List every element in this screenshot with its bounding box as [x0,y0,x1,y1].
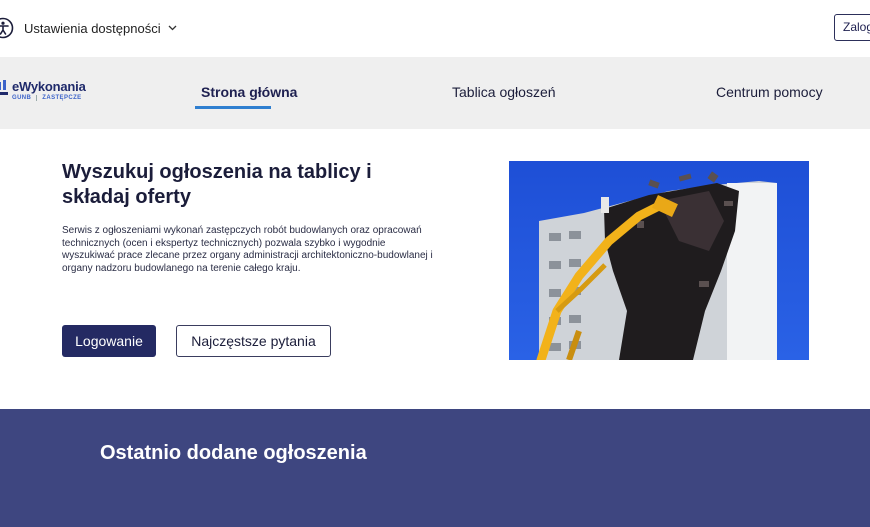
hero-description: Serwis z ogłoszeniami wykonań zastępczyc… [62,225,433,274]
logo-org: GUNB [12,95,32,101]
nav-item-home[interactable]: Strona główna [201,84,297,100]
latest-notices-section: Ostatnio dodane ogłoszenia [0,409,870,527]
accessibility-icon [0,17,14,39]
login-button[interactable]: Logowanie [62,325,156,357]
logo-tagline: ZASTĘPCZE [42,95,82,101]
site-logo[interactable]: eWykonania GUNB ZASTĘPCZE [0,80,86,102]
accessibility-settings-toggle[interactable]: Ustawienia dostępności [0,17,178,39]
logo-name: eWykonania [12,79,86,94]
nav-active-indicator [195,106,271,109]
top-bar: Ustawienia dostępności Zalog [0,0,870,57]
accessibility-settings-label: Ustawienia dostępności [24,20,161,36]
hero-demolition-image [509,161,809,360]
nav-item-notice-board[interactable]: Tablica ogłoszeń [452,84,556,100]
chevron-down-icon [168,23,178,33]
hero-title: Wyszukuj ogłoszenia na tablicy i składaj… [62,161,372,208]
login-button-top[interactable]: Zalog [834,14,870,41]
latest-notices-title: Ostatnio dodane ogłoszenia [100,442,367,464]
nav-item-help-center[interactable]: Centrum pomocy [716,84,823,100]
main-navigation: eWykonania GUNB ZASTĘPCZE Strona główna … [0,57,870,129]
logo-divider [36,95,38,101]
faq-button[interactable]: Najczęstsze pytania [176,325,331,357]
logo-mark-icon [0,80,10,102]
